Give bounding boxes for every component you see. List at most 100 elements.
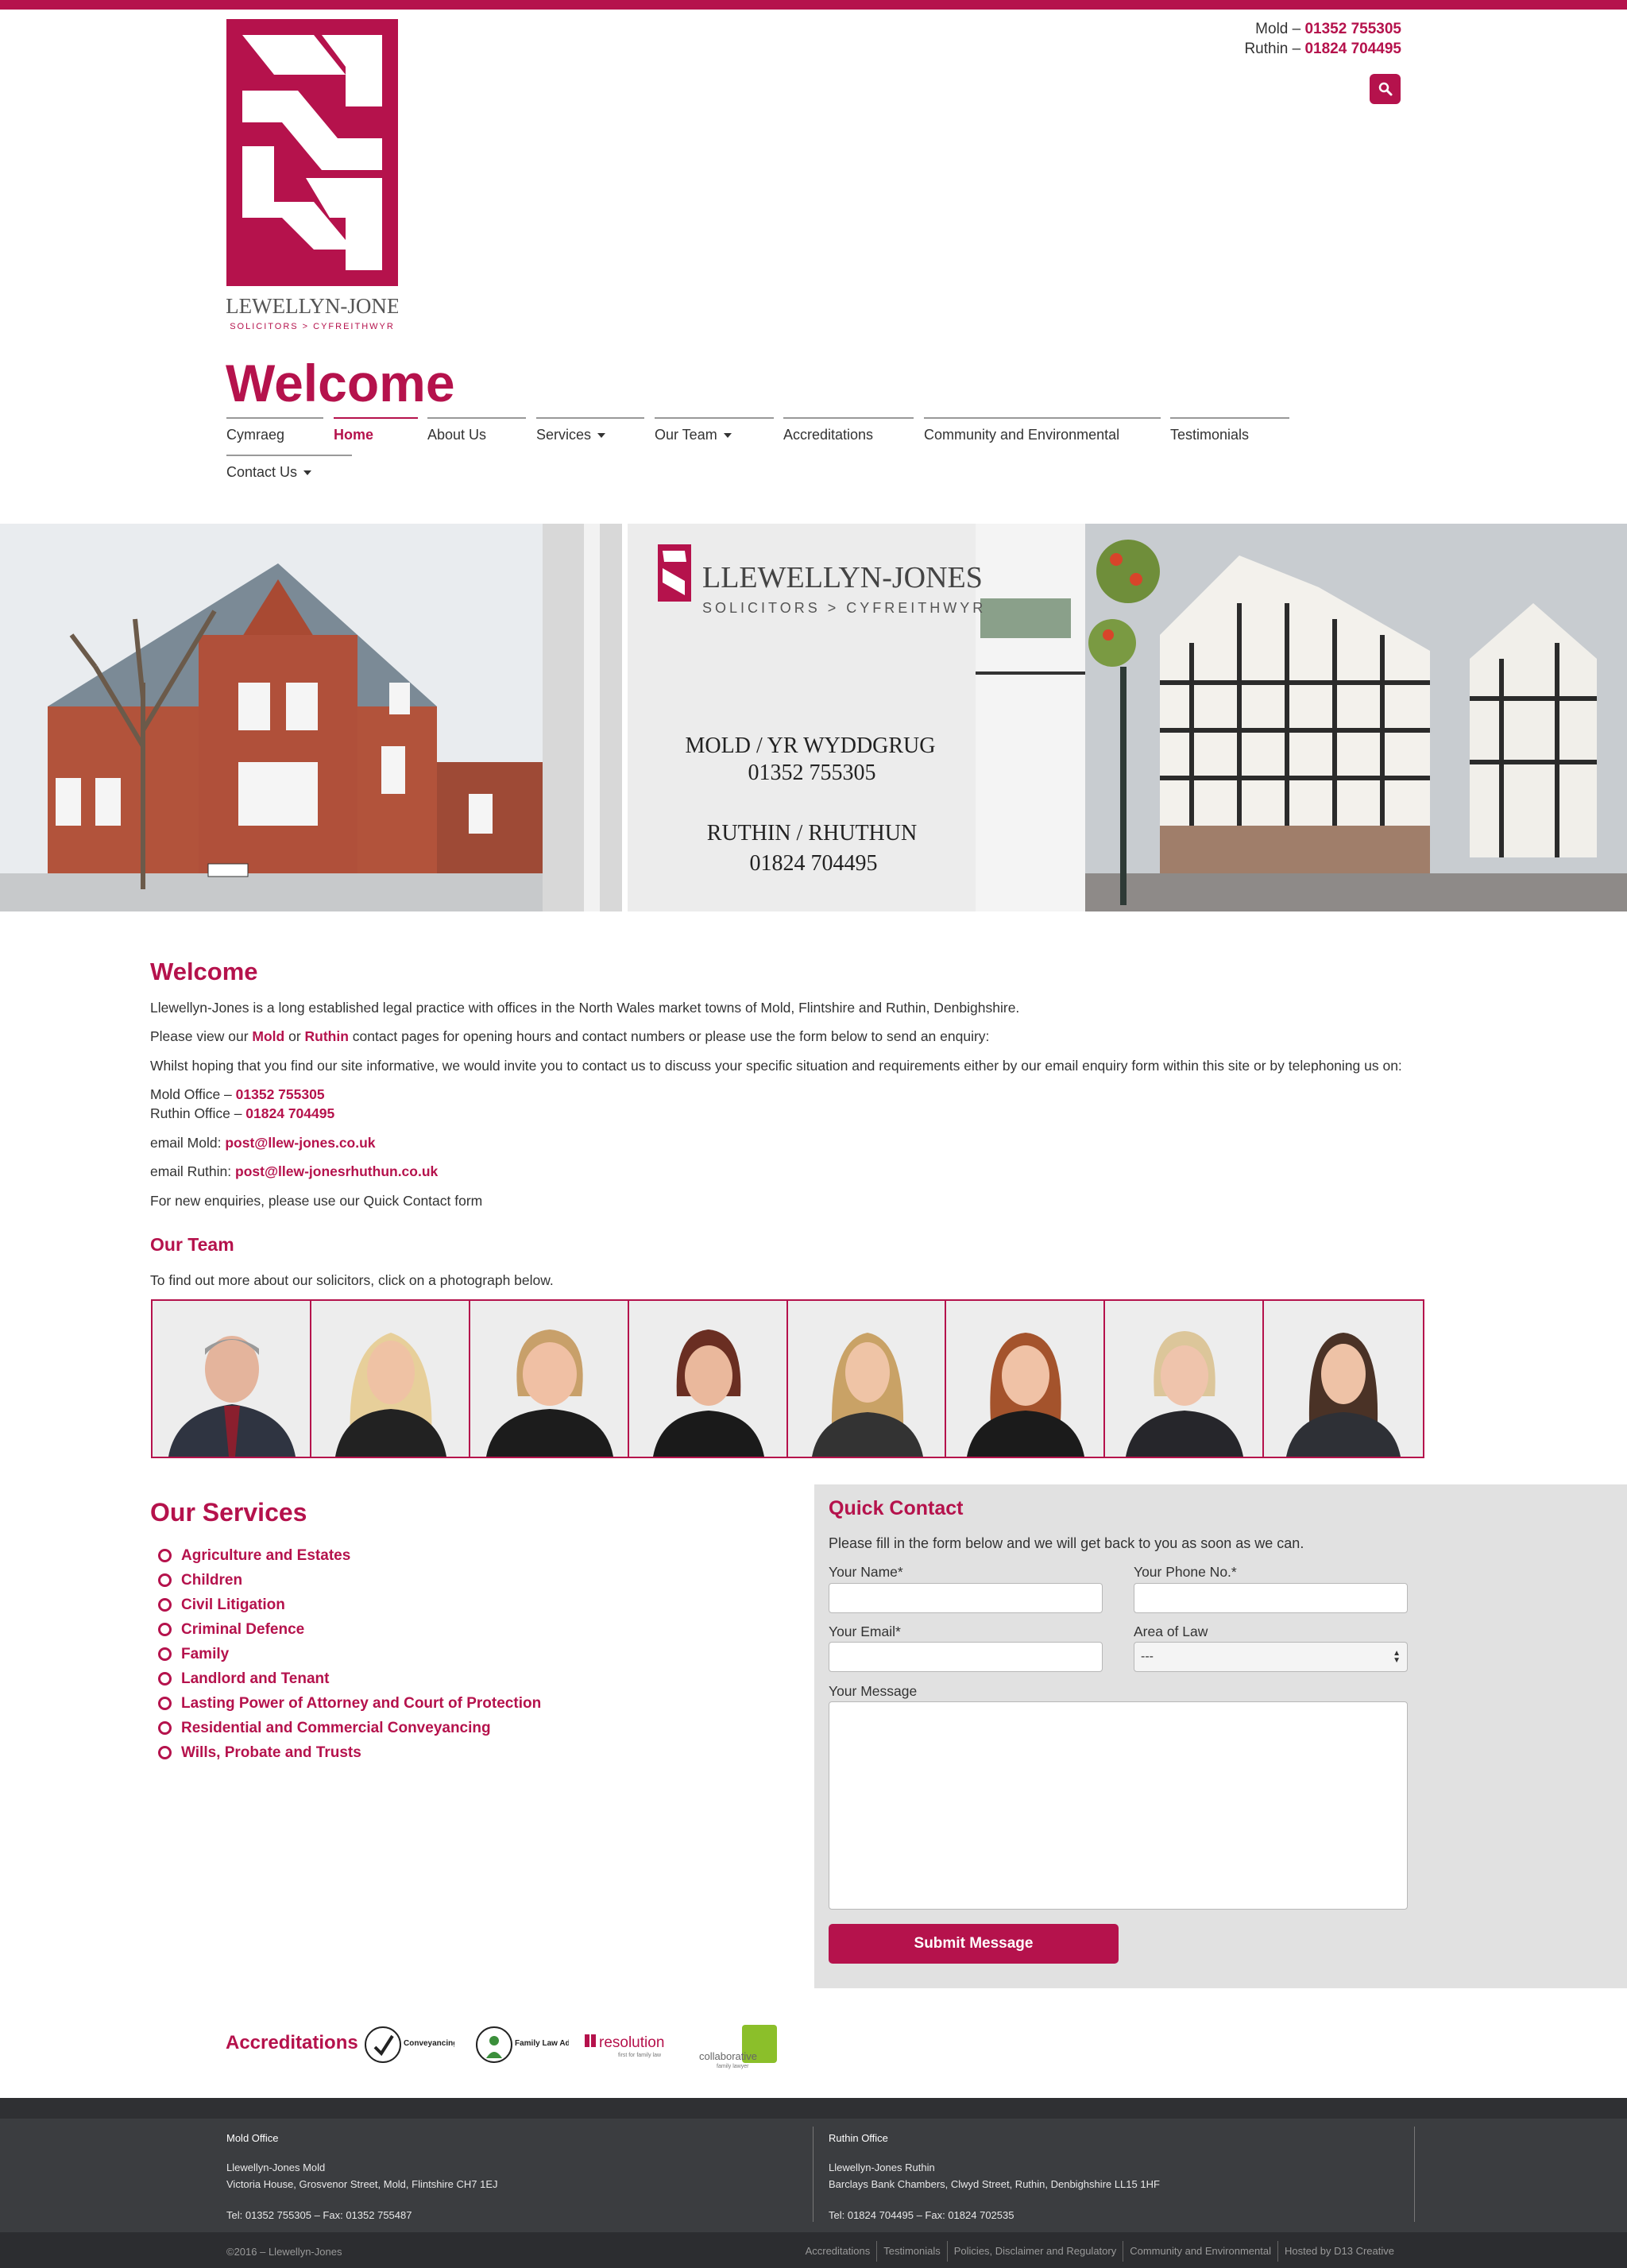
sign-brand: LLEWELLYN-JONES [702, 561, 983, 594]
footer-link-policies[interactable]: Policies, Disclaimer and Regulatory [946, 2241, 1123, 2262]
chevron-down-icon [723, 433, 732, 439]
chevron-down-icon [303, 470, 312, 476]
service-item[interactable]: Civil Litigation [158, 1593, 541, 1617]
submit-message-button[interactable]: Submit Message [829, 1924, 1119, 1964]
email-ruthin-link[interactable]: post@llew-jonesrhuthun.co.uk [235, 1163, 438, 1179]
mold-office-phone[interactable]: 01352 755305 [236, 1086, 325, 1102]
resolution-logo[interactable]: resolution first for family law [585, 2031, 678, 2063]
chevron-down-icon [597, 433, 606, 439]
nav-testimonials[interactable]: Testimonials [1170, 417, 1289, 449]
service-label: Family [181, 1645, 230, 1662]
message-textarea[interactable] [829, 1701, 1408, 1910]
welcome-intro: Llewellyn-Jones is a long established le… [150, 1000, 1020, 1016]
ruthin-link[interactable]: Ruthin [305, 1028, 349, 1044]
service-label: Landlord and Tenant [181, 1670, 330, 1687]
nav-label: Testimonials [1170, 427, 1250, 443]
nav-label: Community and Environmental [924, 427, 1120, 443]
footer-top-stripe [0, 2098, 1627, 2119]
service-item[interactable]: Landlord and Tenant [158, 1666, 541, 1691]
nav-home[interactable]: Home [334, 417, 418, 449]
sign-mold-phone: 01352 755305 [748, 761, 876, 785]
mold-link[interactable]: Mold [252, 1028, 284, 1044]
service-label: Residential and Commercial Conveyancing [181, 1719, 491, 1736]
search-button[interactable] [1370, 74, 1401, 104]
ruthin-office-phone[interactable]: 01824 704495 [245, 1105, 334, 1121]
nav-label: Services [536, 427, 592, 443]
email-input[interactable] [829, 1642, 1103, 1672]
circle-bullet-icon [158, 1598, 172, 1612]
nav-community[interactable]: Community and Environmental [924, 417, 1161, 449]
footer-link-testimonials[interactable]: Testimonials [876, 2241, 947, 2262]
service-item[interactable]: Family [158, 1642, 541, 1666]
welcome-heading: Welcome [150, 958, 258, 985]
nav-contact-us[interactable]: Contact Us [226, 455, 352, 486]
footer-link-community[interactable]: Community and Environmental [1123, 2241, 1277, 2262]
phone-ruthin[interactable]: 01824 704495 [1304, 41, 1401, 57]
collaborative-logo[interactable]: collaborative family lawyer [699, 2025, 779, 2069]
site-logo[interactable]: LLEWELLYN-JONES SOLICITORS > CYFREITHWYR [213, 19, 412, 334]
mold-office-label: Mold Office – [150, 1086, 236, 1102]
circle-bullet-icon [158, 1697, 172, 1710]
email-mold-link[interactable]: post@llew-jones.co.uk [225, 1135, 375, 1151]
search-icon [1378, 82, 1392, 96]
nav-label: About Us [427, 427, 487, 443]
logo-tagline: SOLICITORS > CYFREITHWYR [230, 322, 395, 331]
team-photo-strip [151, 1299, 1424, 1458]
service-item[interactable]: Lasting Power of Attorney and Court of P… [158, 1691, 541, 1716]
welcome-contact-pages: Please view our Mold or Ruthin contact p… [150, 1027, 989, 1046]
nav-about-us[interactable]: About Us [427, 417, 526, 449]
nav-cymraeg[interactable]: Cymraeg [226, 417, 323, 449]
circle-bullet-icon [158, 1549, 172, 1562]
accreditations-heading: Accreditations [226, 2032, 358, 2053]
service-item[interactable]: Children [158, 1568, 541, 1593]
nav-our-team[interactable]: Our Team [655, 417, 774, 449]
nav-services[interactable]: Services [536, 417, 644, 449]
team-photo-6[interactable] [946, 1301, 1106, 1457]
team-photo-4[interactable] [628, 1301, 788, 1457]
team-photo-1[interactable] [153, 1301, 311, 1457]
phone-mold-label: Mold – [1255, 21, 1305, 37]
logo-mark: LLEWELLYN-JONES SOLICITORS > CYFREITHWYR [213, 19, 412, 331]
phone-input[interactable] [1134, 1583, 1408, 1613]
accred-logo-text: resolution [599, 2034, 664, 2051]
team-photo-8[interactable] [1264, 1301, 1423, 1457]
team-photo-5[interactable] [787, 1301, 947, 1457]
service-label: Criminal Defence [181, 1620, 305, 1638]
circle-bullet-icon [158, 1721, 172, 1735]
nav-label: Our Team [655, 427, 717, 443]
service-item[interactable]: Residential and Commercial Conveyancing [158, 1716, 541, 1740]
select-arrows-icon: ▲ ▼ [1393, 1649, 1401, 1665]
service-item[interactable]: Criminal Defence [158, 1617, 541, 1642]
team-photo-3[interactable] [470, 1301, 629, 1457]
service-label: Children [181, 1571, 243, 1589]
team-photo-2[interactable] [311, 1301, 470, 1457]
footer-mold-name: Llewellyn-Jones Mold [226, 2162, 326, 2173]
footer-mold-heading: Mold Office [226, 2132, 279, 2144]
footer-ruthin-tel: Tel: 01824 704495 – Fax: 01824 702535 [829, 2209, 1014, 2221]
footer-link-accreditations[interactable]: Accreditations [799, 2241, 877, 2262]
service-item[interactable]: Wills, Probate and Trusts [158, 1740, 541, 1765]
footer-links: Accreditations Testimonials Policies, Di… [799, 2241, 1401, 2262]
hero-mold-building-image [0, 524, 543, 911]
quick-contact-intro: Please fill in the form below and we wil… [829, 1535, 1304, 1551]
accred-logo-text: Family Law Advanced [515, 2039, 569, 2048]
area-label: Area of Law [1134, 1624, 1208, 1639]
name-input[interactable] [829, 1583, 1103, 1613]
circle-bullet-icon [158, 1647, 172, 1661]
phone-mold[interactable]: 01352 755305 [1304, 21, 1401, 37]
area-of-law-select[interactable]: --- ▲ ▼ [1134, 1642, 1408, 1672]
nav-accreditations[interactable]: Accreditations [783, 417, 914, 449]
phone-ruthin-label: Ruthin – [1244, 41, 1305, 57]
top-accent-bar [0, 0, 1627, 10]
text-span: or [284, 1028, 305, 1044]
team-photo-7[interactable] [1105, 1301, 1265, 1457]
service-label: Lasting Power of Attorney and Court of P… [181, 1694, 542, 1712]
footer-link-hosted-by[interactable]: Hosted by D13 Creative [1277, 2241, 1401, 2262]
family-law-advanced-logo[interactable]: Family Law Advanced [475, 2023, 597, 2066]
message-label: Your Message [829, 1683, 918, 1699]
conveyancing-quality-logo[interactable]: Conveyancing Quality [364, 2023, 487, 2066]
service-item[interactable]: Agriculture and Estates [158, 1543, 541, 1568]
nav-label: Home [334, 427, 374, 443]
footer-divider [813, 2127, 814, 2222]
nav-label: Accreditations [783, 427, 874, 443]
